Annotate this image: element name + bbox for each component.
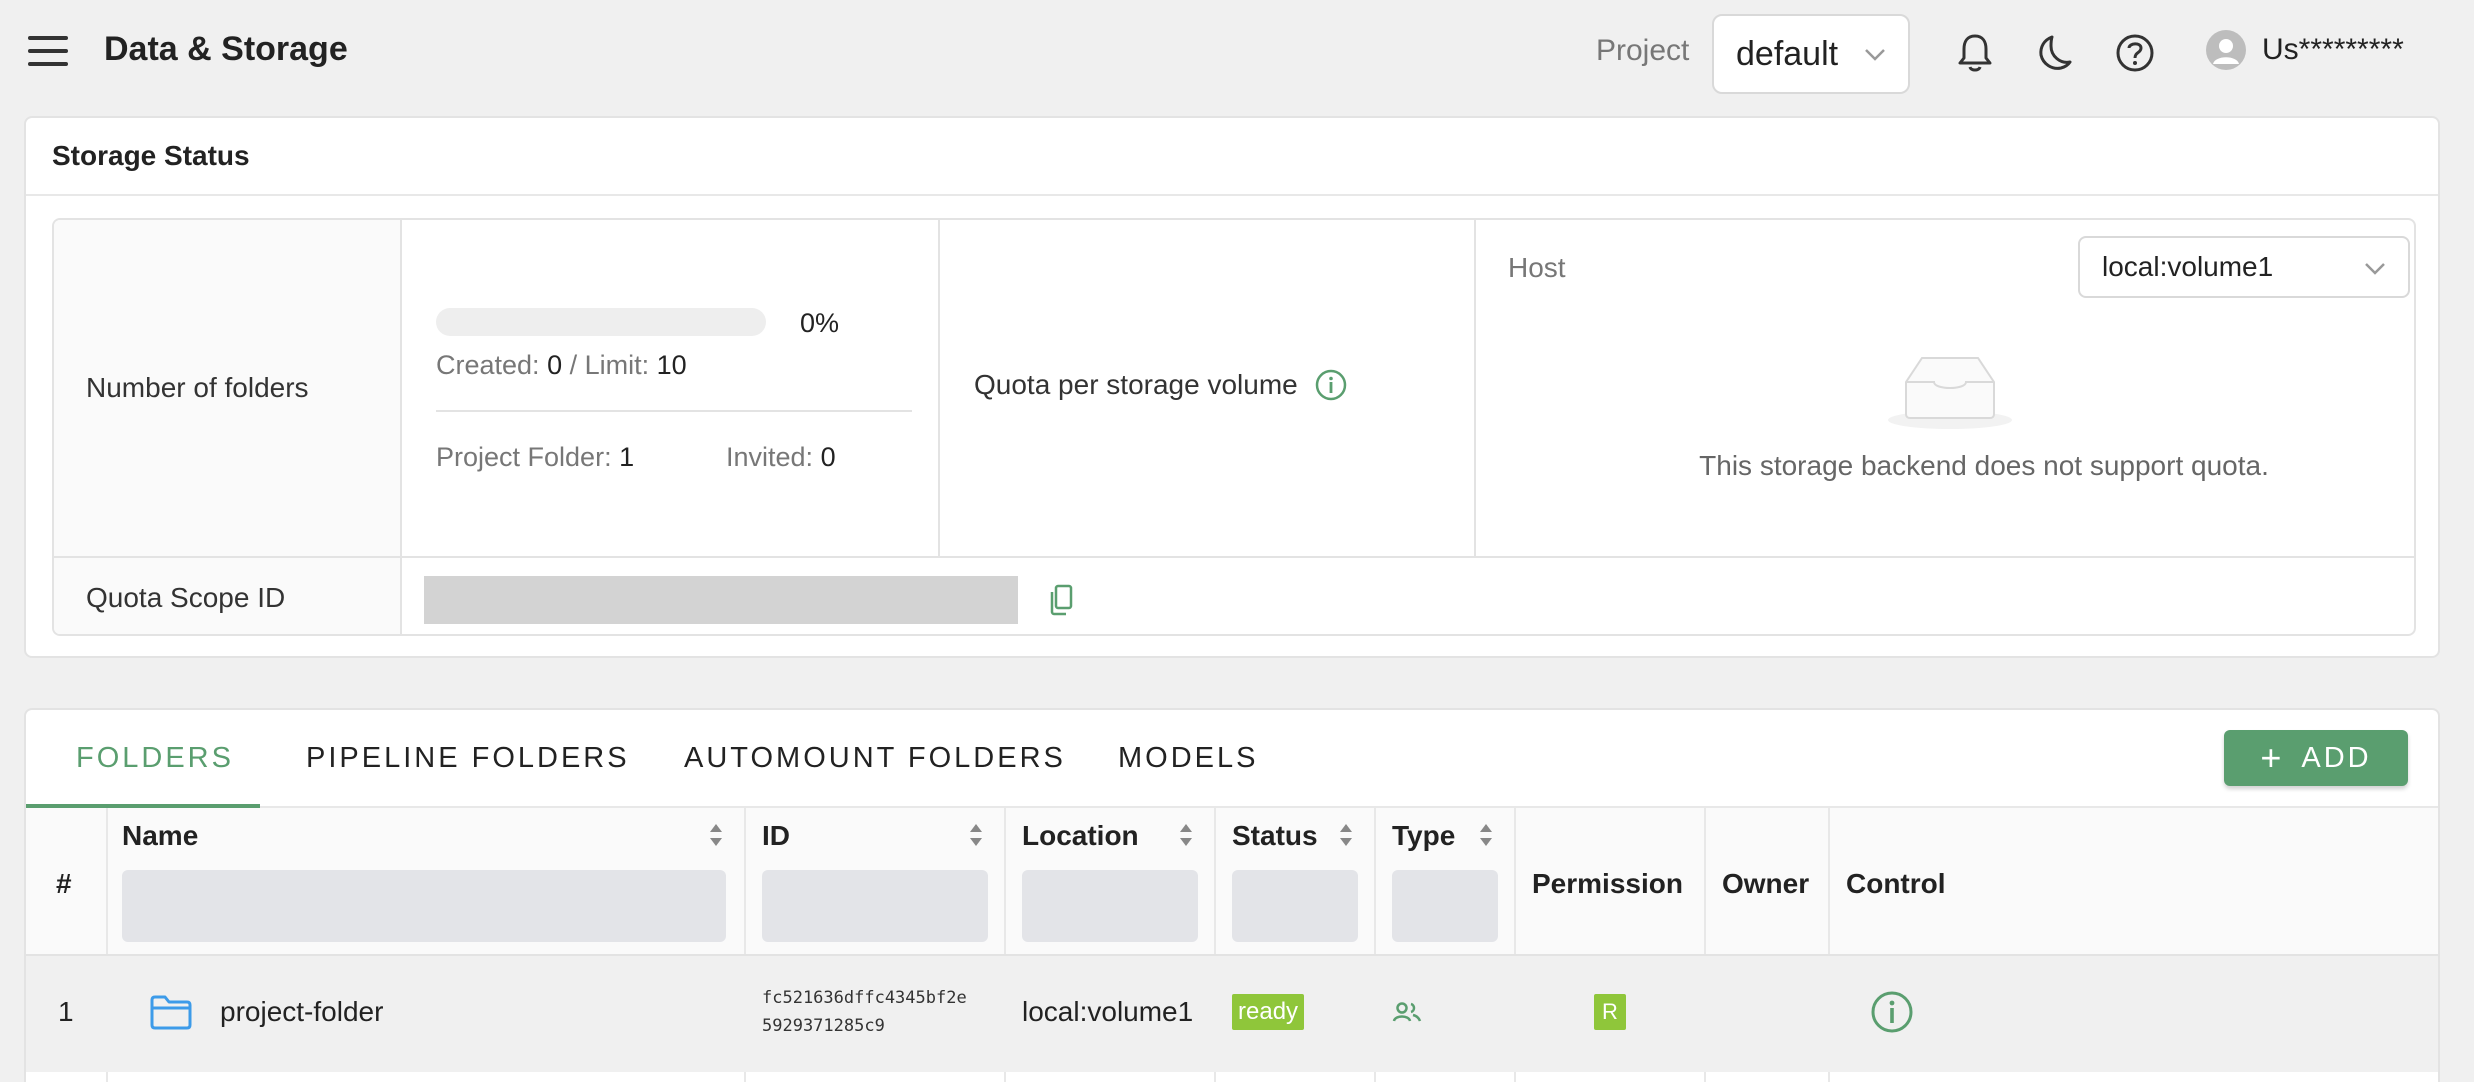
project-select[interactable]: default (1712, 14, 1910, 94)
user-name: Us********* (2262, 33, 2404, 66)
divider (938, 220, 940, 556)
tab-folders[interactable]: FOLDERS (76, 742, 234, 775)
quota-per-volume: Quota per storage volume (974, 368, 1348, 402)
info-icon[interactable] (1870, 990, 1914, 1034)
folder-id-line: 5929371285c9 (762, 1016, 885, 1036)
sort-icon[interactable] (1478, 822, 1494, 848)
folder-id-line: fc521636dffc4345bf2e (762, 988, 967, 1008)
created-stat: Created: 0 / Limit: 10 (436, 350, 687, 381)
group-icon (1392, 1002, 1422, 1022)
folder-name[interactable]: project-folder (220, 996, 383, 1028)
invited-stat: Invited: 0 (726, 442, 836, 473)
table-header: # Name ID Location Status Type Permissio… (26, 808, 2438, 954)
divider (400, 220, 402, 634)
app-header: Data & Storage Project default Us*******… (0, 0, 2474, 108)
sort-icon[interactable] (968, 822, 984, 848)
user-menu[interactable]: Us********* (2206, 30, 2404, 70)
chevron-down-icon (1865, 49, 1885, 61)
copy-icon[interactable] (1048, 584, 1074, 616)
empty-inbox-icon (1888, 357, 2012, 429)
help-icon[interactable] (2112, 30, 2158, 76)
menu-icon[interactable] (28, 36, 68, 70)
column-header-permission: Permission (1532, 868, 1683, 899)
host-select-value: local:volume1 (2102, 251, 2274, 282)
folder-id: fc521636dffc4345bf2e 5929371285c9 (762, 984, 967, 1040)
column-header-control: Control (1846, 868, 1946, 899)
quota-scope-id-value (424, 576, 1018, 624)
chevron-down-icon (2365, 263, 2385, 275)
limit-value: 10 (656, 350, 687, 380)
invited-value: 0 (820, 442, 836, 472)
moon-icon[interactable] (2032, 30, 2078, 76)
storage-descriptions: Number of folders Quota Scope ID 0% Crea… (52, 218, 2416, 636)
tab-pipeline-folders[interactable]: PIPELINE FOLDERS (306, 742, 630, 775)
host-select[interactable]: local:volume1 (2078, 236, 2410, 298)
location-filter-input[interactable] (1022, 870, 1198, 942)
plus-icon: + (2260, 737, 2282, 778)
number-of-folders-label: Number of folders (54, 220, 400, 556)
column-header-type[interactable]: Type (1392, 820, 1455, 852)
divider (54, 556, 2414, 558)
folder-usage-progress (436, 308, 766, 336)
divider (436, 410, 912, 412)
project-folder-label: Project Folder: (436, 442, 612, 472)
type-filter-input[interactable] (1392, 870, 1498, 942)
row-index: 1 (58, 996, 74, 1027)
quota-per-volume-label: Quota per storage volume (974, 369, 1298, 400)
created-value: 0 (547, 350, 563, 380)
name-filter-input[interactable] (122, 870, 726, 942)
sort-icon[interactable] (1178, 822, 1194, 848)
storage-status-title: Storage Status (52, 140, 250, 171)
folder-location: local:volume1 (1022, 996, 1194, 1027)
project-folder-stat: Project Folder: 1 (436, 442, 634, 473)
column-header-location[interactable]: Location (1022, 820, 1139, 852)
folder-list-card: FOLDERS PIPELINE FOLDERS AUTOMOUNT FOLDE… (24, 708, 2440, 1082)
project-folder-value: 1 (619, 442, 635, 472)
quota-empty-text: This storage backend does not support qu… (1699, 450, 2269, 481)
project-select-value: default (1736, 34, 1839, 73)
sort-icon[interactable] (708, 822, 724, 848)
table-row[interactable]: 1 project-folder fc521636dffc4345bf2e 59… (26, 956, 2438, 1072)
tab-models[interactable]: MODELS (1118, 742, 1258, 775)
column-header-name[interactable]: Name (122, 820, 198, 852)
quota-scope-id-label: Quota Scope ID (54, 558, 400, 634)
sort-icon[interactable] (1338, 822, 1354, 848)
info-icon[interactable] (1314, 368, 1348, 402)
storage-status-card: Storage Status Number of folders Quota S… (24, 116, 2440, 658)
column-header-status[interactable]: Status (1232, 820, 1318, 852)
column-header-owner: Owner (1722, 868, 1810, 899)
folder-usage-percent: 0% (800, 308, 840, 338)
divider (1474, 220, 1476, 556)
avatar (2206, 30, 2246, 70)
status-filter-input[interactable] (1232, 870, 1358, 942)
limit-label: / Limit: (569, 350, 650, 380)
created-label: Created: (436, 350, 540, 380)
status-badge: ready (1232, 994, 1305, 1030)
folder-icon (150, 995, 192, 1030)
project-label: Project (1596, 34, 1690, 67)
column-header-id[interactable]: ID (762, 820, 790, 852)
divider (26, 194, 2438, 196)
permission-badge: R (1594, 994, 1626, 1030)
column-header-index: # (56, 868, 72, 899)
add-button-label: ADD (2301, 741, 2372, 774)
invited-label: Invited: (726, 442, 814, 472)
id-filter-input[interactable] (762, 870, 988, 942)
tab-automount-folders[interactable]: AUTOMOUNT FOLDERS (684, 742, 1066, 775)
page-title: Data & Storage (104, 30, 348, 68)
host-label: Host (1508, 252, 1566, 283)
add-folder-button[interactable]: + ADD (2224, 730, 2408, 786)
bell-icon[interactable] (1952, 30, 1998, 76)
